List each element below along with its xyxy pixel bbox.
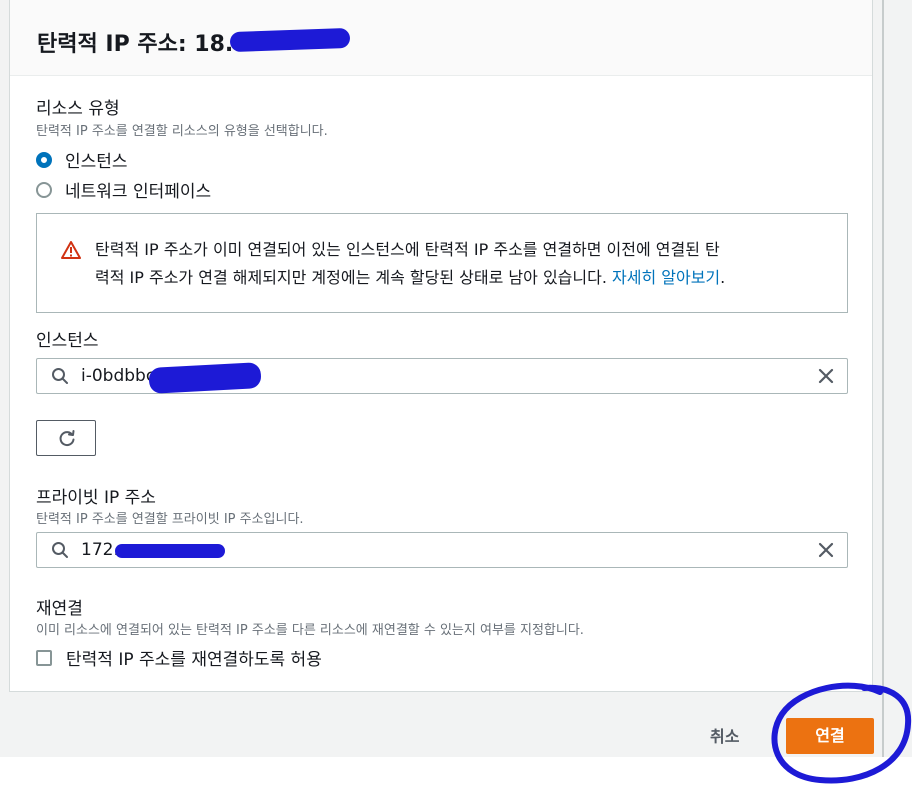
allow-reassociation-label: 탄력적 IP 주소를 재연결하도록 허용: [66, 650, 322, 670]
redaction-mark: [229, 27, 351, 53]
radio-button-selected[interactable]: [36, 151, 52, 168]
private-ip-description: 탄력적 IP 주소를 연결할 프라이빗 IP 주소입니다.: [36, 512, 304, 527]
cancel-button[interactable]: 취소: [696, 720, 753, 754]
radio-instance-label: 인스턴스: [65, 152, 128, 172]
clear-icon[interactable]: [817, 367, 835, 385]
learn-more-link[interactable]: 자세히 알아보기: [612, 268, 720, 287]
instance-label: 인스턴스: [36, 331, 99, 351]
private-ip-value: 172.: [81, 540, 119, 560]
alert-text-line2: 력적 IP 주소가 연결 해제되지만 계정에는 계속 할당된 상태로 남아 있습…: [95, 268, 607, 287]
search-icon: [52, 542, 68, 558]
radio-network-interface[interactable]: 네트워크 인터페이스: [36, 177, 211, 202]
checkbox-box[interactable]: [36, 649, 52, 666]
reassociation-description: 이미 리소스에 연결되어 있는 탄력적 IP 주소를 다른 리소스에 재연결할 …: [36, 623, 584, 638]
redaction-mark: [115, 544, 225, 558]
refresh-icon: [59, 430, 75, 447]
allow-reassociation-checkbox[interactable]: 탄력적 IP 주소를 재연결하도록 허용: [36, 645, 322, 670]
radio-button[interactable]: [36, 181, 52, 198]
warning-alert: 탄력적 IP 주소가 이미 연결되어 있는 인스턴스에 탄력적 IP 주소를 연…: [36, 213, 848, 313]
panel-header: 탄력적 IP 주소: 18.: [10, 0, 872, 76]
radio-instance[interactable]: 인스턴스: [36, 147, 128, 172]
clear-icon[interactable]: [817, 541, 835, 559]
page-title: 탄력적 IP 주소: 18.: [37, 32, 234, 57]
private-ip-select[interactable]: 172.: [36, 532, 848, 568]
alert-message: 탄력적 IP 주소가 이미 연결되어 있는 인스턴스에 탄력적 IP 주소를 연…: [95, 236, 835, 292]
warning-icon: [61, 241, 81, 259]
scrollbar-edge: [882, 0, 884, 757]
alert-text-line1: 탄력적 IP 주소가 이미 연결되어 있는 인스턴스에 탄력적 IP 주소를 연…: [95, 240, 720, 259]
resource-type-label: 리소스 유형: [36, 99, 120, 119]
instance-select[interactable]: i-0bdbbc: [36, 358, 848, 394]
search-icon: [52, 368, 68, 384]
alert-link-suffix: .: [720, 268, 726, 287]
resource-type-description: 탄력적 IP 주소를 연결할 리소스의 유형을 선택합니다.: [36, 124, 328, 139]
redaction-mark: [148, 362, 262, 394]
private-ip-label: 프라이빗 IP 주소: [36, 488, 156, 508]
associate-eip-panel: 탄력적 IP 주소: 18. 리소스 유형 탄력적 IP 주소를 연결할 리소스…: [9, 0, 873, 692]
reassociation-label: 재연결: [36, 599, 83, 619]
radio-network-interface-label: 네트워크 인터페이스: [65, 182, 212, 202]
refresh-button[interactable]: [36, 420, 96, 456]
instance-value: i-0bdbbc: [81, 366, 156, 386]
associate-button[interactable]: 연결: [786, 718, 874, 754]
